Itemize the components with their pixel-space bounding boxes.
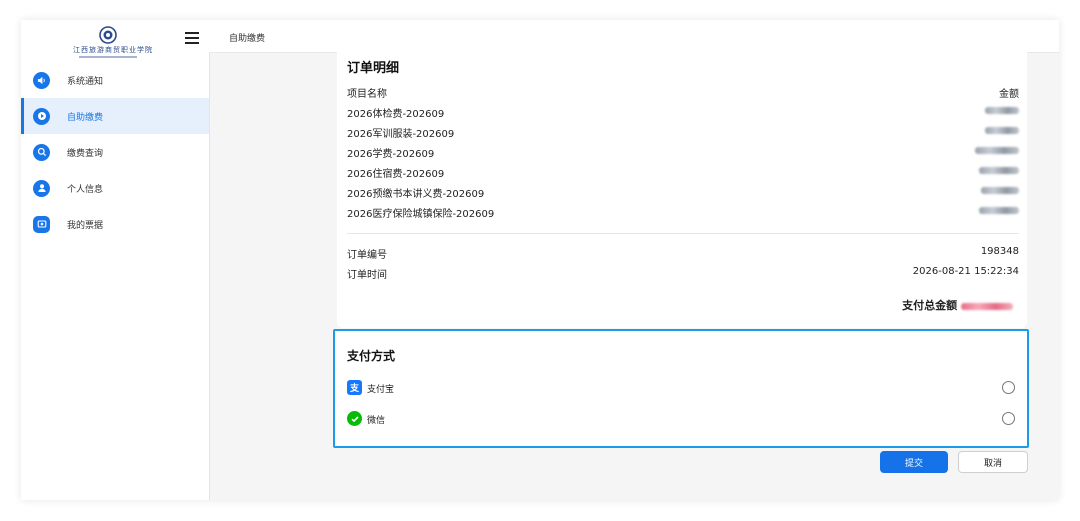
breadcrumb: 自助缴费 (229, 34, 266, 44)
payment-option-label: 微信 (367, 416, 386, 426)
column-header-amount: 金额 (999, 89, 1019, 100)
order-item-amount-redacted (981, 185, 1019, 196)
alipay-icon: 支 (347, 380, 362, 395)
search-icon (33, 143, 50, 161)
school-name: 江西旅游商贸职业学院 (73, 46, 153, 54)
divider (347, 233, 1019, 234)
order-item-amount-redacted (979, 205, 1019, 216)
payment-method-title: 支付方式 (347, 349, 396, 363)
speaker-icon (33, 71, 50, 89)
order-time-label: 订单时间 (347, 270, 387, 281)
play-icon (33, 107, 50, 125)
order-number-row: 订单编号 198348 (347, 246, 1019, 261)
sidebar-item-my-receipts[interactable]: 我的票据 (21, 206, 209, 242)
sidebar-item-label: 缴费查询 (67, 148, 104, 159)
alipay-radio[interactable] (1002, 381, 1015, 394)
wechat-radio[interactable] (1002, 412, 1015, 425)
total-amount: 支付总金额 (902, 297, 1013, 313)
sidebar-item-payment-query[interactable]: 缴费查询 (21, 134, 209, 170)
sidebar-item-personal-info[interactable]: 个人信息 (21, 170, 209, 206)
sidebar-item-label: 系统通知 (67, 76, 104, 87)
order-item-name: 2026医疗保险城镇保险-202609 (347, 209, 495, 220)
order-details-card: 订单明细 项目名称 金额 2026体检费-202609 2026军训服装-202… (337, 43, 1027, 328)
order-table-header: 项目名称 金额 (347, 85, 1019, 100)
order-item-name: 2026军训服装-202609 (347, 129, 455, 140)
sidebar-item-label: 自助缴费 (67, 112, 104, 123)
school-name-english-line (79, 56, 137, 58)
order-item-row: 2026体检费-202609 (347, 105, 1019, 120)
svg-text:支: 支 (349, 382, 360, 393)
menu-toggle-icon[interactable] (185, 32, 199, 44)
order-item-name: 2026体检费-202609 (347, 109, 445, 120)
payment-option-label: 支付宝 (367, 385, 395, 395)
total-amount-label: 支付总金额 (902, 299, 958, 312)
sidebar-item-self-payment[interactable]: 自助缴费 (21, 98, 209, 134)
cancel-button[interactable]: 取消 (958, 451, 1028, 473)
order-item-row: 2026军训服装-202609 (347, 125, 1019, 140)
sidebar-item-label: 个人信息 (67, 184, 104, 195)
order-item-row: 2026住宿费-202609 (347, 165, 1019, 180)
wechat-pay-icon (347, 411, 362, 426)
sidebar-item-notifications[interactable]: 系统通知 (21, 62, 209, 98)
order-item-name: 2026住宿费-202609 (347, 169, 445, 180)
total-amount-value-redacted (961, 302, 1013, 310)
column-header-item-name: 项目名称 (347, 89, 387, 100)
order-item-row: 2026医疗保险城镇保险-202609 (347, 205, 1019, 220)
order-item-name: 2026学费-202609 (347, 149, 435, 160)
submit-button[interactable]: 提交 (880, 451, 948, 473)
sidebar-nav: 系统通知 自助缴费 缴费查询 个人信息 我的票据 (21, 62, 209, 242)
order-item-row: 2026学费-202609 (347, 145, 1019, 160)
school-logo: 江西旅游商贸职业学院 (73, 26, 153, 62)
payment-option-wechat[interactable]: 微信 (347, 410, 1017, 428)
order-number-label: 订单编号 (347, 250, 387, 261)
receipt-icon (33, 215, 50, 233)
order-item-amount-redacted (985, 125, 1019, 136)
order-time-row: 订单时间 2026-08-21 15:22:34 (347, 266, 1019, 281)
order-details-title: 订单明细 (347, 61, 400, 76)
user-icon (33, 179, 50, 197)
order-item-amount-redacted (979, 165, 1019, 176)
order-item-row: 2026预缴书本讲义费-202609 (347, 185, 1019, 200)
sidebar-item-label: 我的票据 (67, 220, 104, 231)
school-emblem-icon (99, 26, 117, 44)
order-item-amount-redacted (985, 105, 1019, 116)
order-number-value: 198348 (980, 246, 1019, 257)
payment-option-alipay[interactable]: 支 支付宝 (347, 379, 1017, 397)
order-time-value: 2026-08-21 15:22:34 (912, 266, 1019, 277)
payment-method-card: 支付方式 支 支付宝 微信 (333, 329, 1029, 448)
order-item-name: 2026预缴书本讲义费-202609 (347, 189, 485, 200)
order-item-amount-redacted (975, 145, 1019, 156)
sidebar: 江西旅游商贸职业学院 系统通知 自助缴费 缴费查询 个人信息 我的票据 (21, 20, 210, 500)
